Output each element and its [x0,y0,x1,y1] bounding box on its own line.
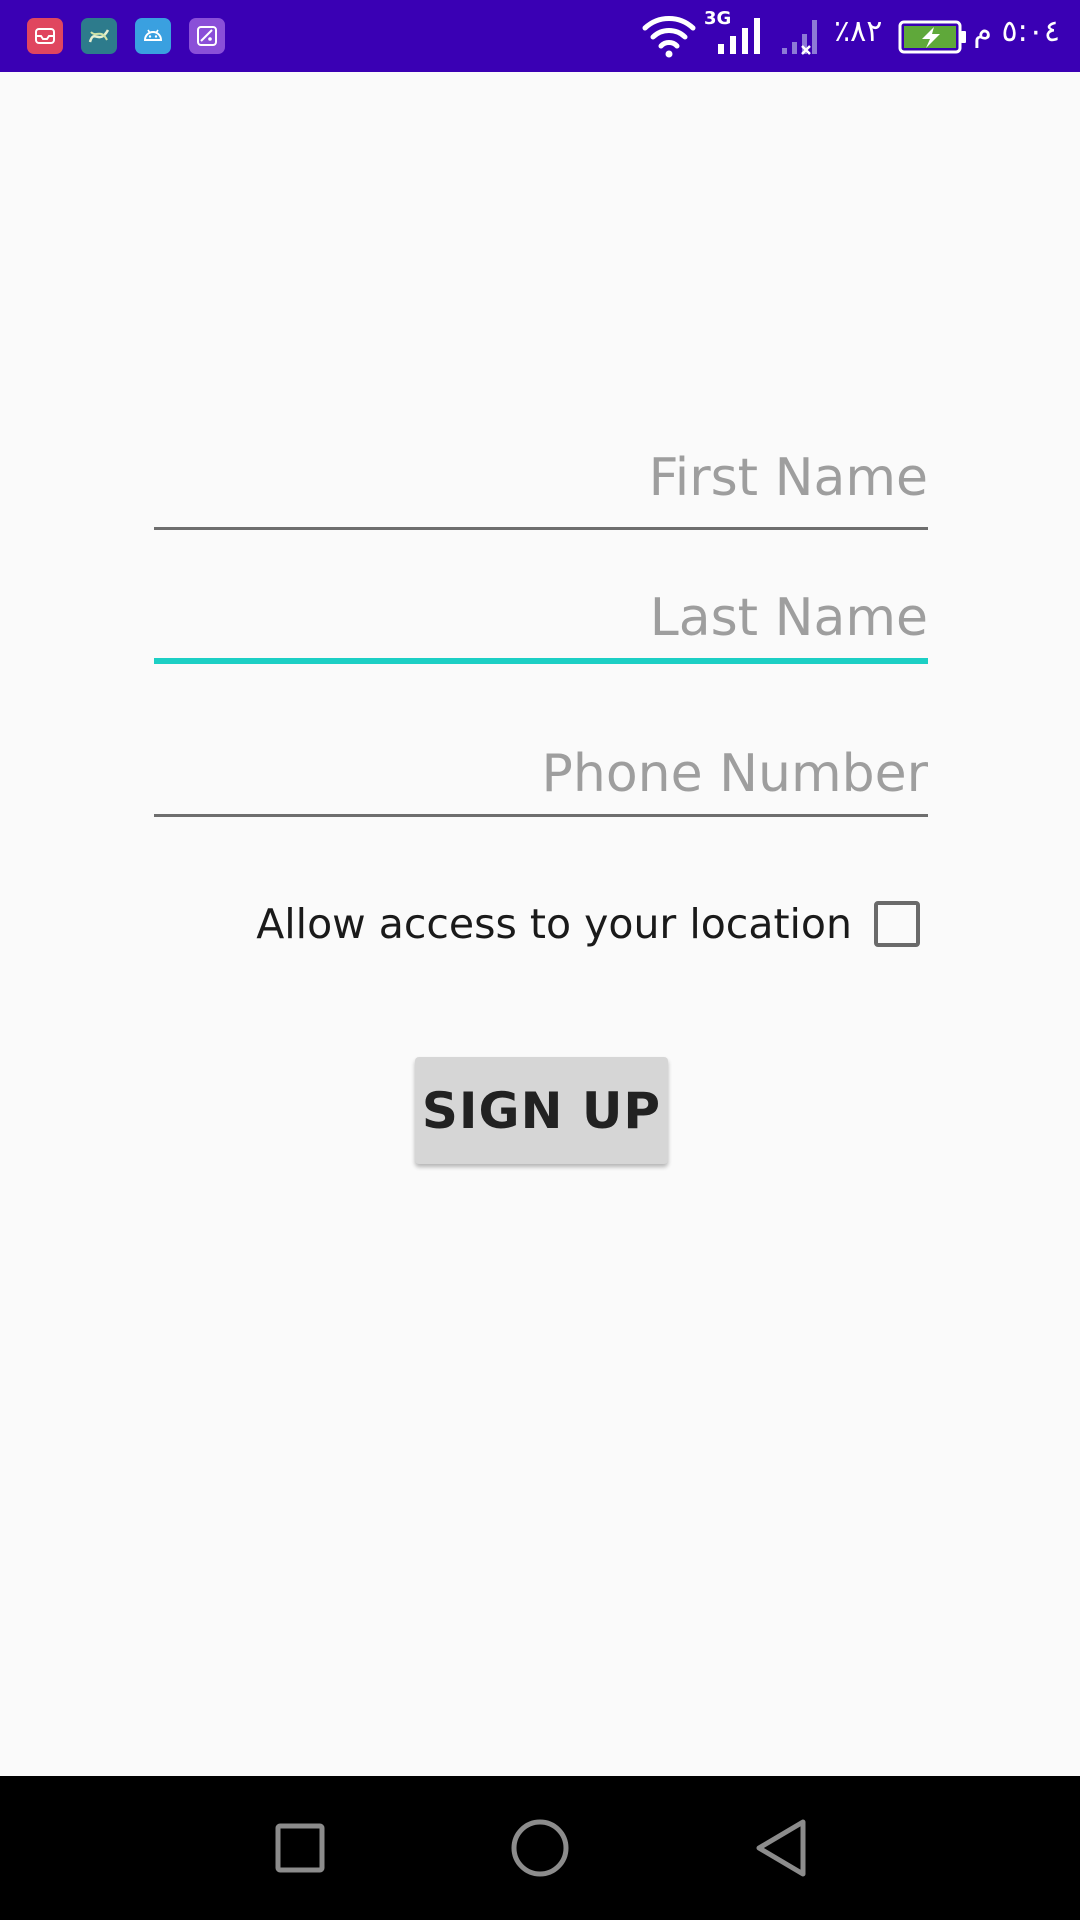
battery-percentage: ٪٨٢ [834,14,883,49]
android-app-icon [135,18,171,54]
first-name-field[interactable]: First Name [154,440,928,532]
phone-number-field[interactable]: Phone Number [154,736,928,828]
mail-app-icon [27,18,63,54]
last-name-placeholder: Last Name [649,588,928,648]
status-bar: 3G ٪٨٢ ٥:٠٤ م [0,0,1080,72]
calligraphy-app-icon [81,18,117,54]
no-signal-icon [782,20,817,55]
location-permission-row[interactable]: Allow access to your location [256,896,920,952]
phone-number-placeholder: Phone Number [541,744,929,804]
signal-strength-icon [718,18,760,54]
home-circle-icon[interactable] [490,1798,590,1898]
back-triangle-icon[interactable] [731,1798,831,1898]
first-name-underline [154,527,928,530]
first-name-placeholder: First Name [648,448,928,508]
location-permission-label: Allow access to your location [256,900,852,948]
last-name-underline [154,658,928,664]
recents-square-icon[interactable] [250,1798,350,1898]
phone-number-underline [154,814,928,817]
gallery-app-icon [189,18,225,54]
sign-up-button[interactable]: SIGN UP [415,1057,668,1164]
last-name-field[interactable]: Last Name [154,580,928,672]
location-permission-checkbox[interactable] [874,901,920,947]
battery-charging-icon [898,20,966,54]
signup-screen: 3G ٪٨٢ ٥:٠٤ م First Name Last Name Phone… [0,0,1080,1920]
navigation-bar [0,1776,1080,1920]
wifi-icon [642,16,696,58]
clock: ٥:٠٤ م [973,14,1060,49]
